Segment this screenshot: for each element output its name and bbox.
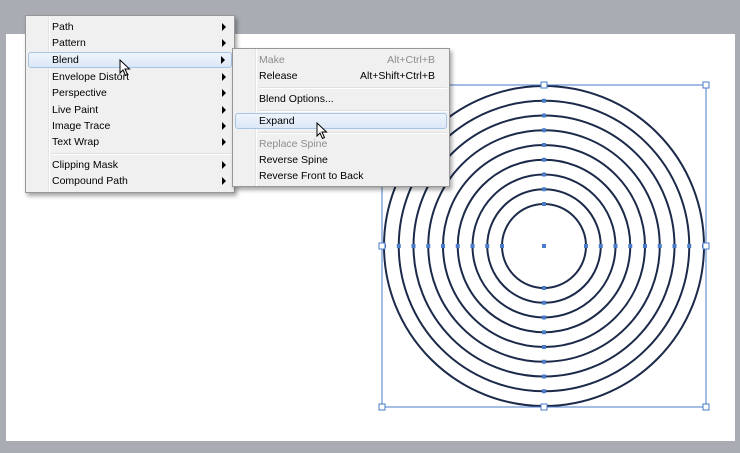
blend-submenu: Make Alt+Ctrl+B Release Alt+Shift+Ctrl+B…	[232, 48, 450, 187]
menu-separator	[259, 87, 447, 89]
submenu-arrow-icon	[222, 106, 226, 114]
anchor-point[interactable]	[542, 202, 546, 206]
anchor-point[interactable]	[426, 244, 431, 248]
submenu-arrow-icon	[222, 89, 226, 97]
handle-bottom-middle[interactable]	[540, 403, 548, 411]
menu-item-expand[interactable]: Expand	[235, 113, 447, 129]
anchor-point[interactable]	[613, 244, 618, 248]
anchor-point[interactable]	[687, 244, 692, 248]
menu-item-blend-options[interactable]: Blend Options...	[235, 91, 447, 107]
anchor-point[interactable]	[657, 244, 662, 248]
anchor-point[interactable]	[672, 244, 677, 248]
menu-item-path[interactable]: Path	[28, 19, 232, 35]
anchor-point[interactable]	[542, 315, 546, 320]
anchor-point[interactable]	[542, 187, 546, 192]
anchor-point[interactable]	[643, 244, 647, 248]
anchor-point[interactable]	[542, 374, 546, 379]
submenu-arrow-icon	[222, 177, 226, 185]
anchor-point[interactable]	[628, 244, 633, 248]
anchor-point[interactable]	[542, 128, 546, 133]
submenu-arrow-icon	[222, 39, 226, 47]
anchor-point[interactable]	[542, 286, 546, 290]
menu-item-compound-path[interactable]: Compound Path	[28, 173, 232, 189]
anchor-point[interactable]	[542, 389, 546, 394]
anchor-point[interactable]	[441, 244, 445, 248]
menu-item-live-paint[interactable]: Live Paint	[28, 102, 232, 118]
menu-item-replace-spine: Replace Spine	[259, 138, 328, 150]
menu-item-release[interactable]: Release Alt+Shift+Ctrl+B	[235, 68, 447, 84]
object-context-menu: Path Pattern Blend Envelope Distort Pers…	[25, 15, 235, 193]
anchor-point[interactable]	[584, 244, 588, 248]
menu-separator	[259, 110, 447, 112]
anchor-point[interactable]	[485, 244, 490, 248]
submenu-arrow-icon	[222, 161, 226, 169]
menu-separator	[52, 153, 232, 155]
mouse-pointer-icon	[119, 59, 131, 77]
menu-item-clipping-mask[interactable]: Clipping Mask	[28, 157, 232, 173]
handle-top-middle[interactable]	[540, 81, 548, 89]
menu-item-pattern[interactable]: Pattern	[28, 35, 232, 51]
mouse-pointer-icon	[316, 122, 328, 140]
shortcut-make: Alt+Ctrl+B	[387, 54, 435, 66]
anchor-point[interactable]	[542, 143, 546, 147]
anchor-point[interactable]	[542, 359, 546, 364]
anchor-point[interactable]	[542, 113, 546, 118]
handle-bottom-right[interactable]	[702, 403, 710, 411]
handle-middle-right[interactable]	[702, 242, 710, 250]
anchor-point[interactable]	[411, 244, 416, 248]
handle-bottom-left[interactable]	[378, 403, 386, 411]
submenu-arrow-icon	[222, 73, 226, 81]
anchor-point[interactable]	[598, 244, 603, 248]
handle-top-right[interactable]	[702, 81, 710, 89]
shortcut-release: Alt+Shift+Ctrl+B	[360, 70, 435, 82]
menu-item-text-wrap[interactable]: Text Wrap	[28, 134, 232, 150]
anchor-point[interactable]	[500, 244, 504, 248]
anchor-point[interactable]	[396, 244, 401, 248]
anchor-point[interactable]	[455, 244, 460, 248]
menu-item-image-trace[interactable]: Image Trace	[28, 118, 232, 134]
menu-separator	[259, 132, 447, 134]
anchor-point[interactable]	[542, 157, 546, 162]
menu-item-reverse-spine[interactable]: Reverse Spine	[235, 152, 447, 168]
submenu-arrow-icon	[222, 138, 226, 146]
submenu-arrow-icon	[221, 56, 225, 64]
handle-middle-left[interactable]	[378, 242, 386, 250]
submenu-arrow-icon	[222, 122, 226, 130]
menu-item-make: Make Alt+Ctrl+B	[259, 54, 435, 66]
anchor-point[interactable]	[542, 330, 546, 335]
anchor-point[interactable]	[470, 244, 475, 248]
menu-item-perspective[interactable]: Perspective	[28, 85, 232, 101]
menu-item-reverse-front-to-back[interactable]: Reverse Front to Back	[235, 168, 447, 184]
anchor-point[interactable]	[542, 172, 546, 177]
submenu-arrow-icon	[222, 23, 226, 31]
center-point	[542, 244, 546, 248]
anchor-point[interactable]	[542, 300, 546, 305]
anchor-point[interactable]	[542, 98, 546, 103]
anchor-point[interactable]	[542, 345, 546, 349]
